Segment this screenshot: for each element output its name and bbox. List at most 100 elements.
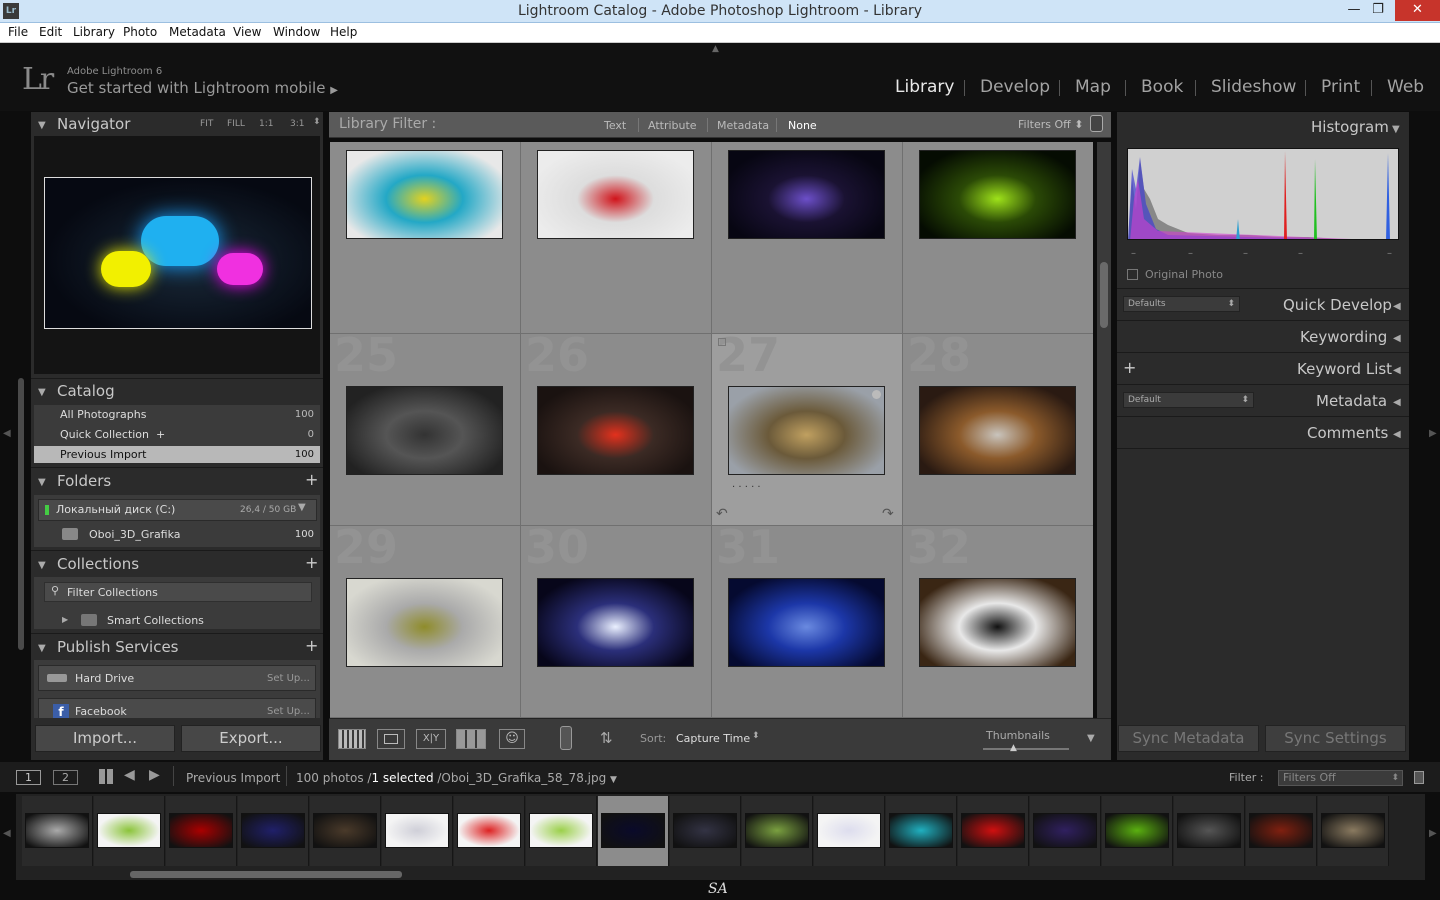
histogram-toggle-icon[interactable]: ▼: [1392, 121, 1400, 135]
module-develop[interactable]: Develop: [980, 77, 1050, 97]
filmstrip-thumbnail[interactable]: [1105, 813, 1169, 848]
grid-cell[interactable]: 32: [903, 520, 1093, 718]
menu-edit[interactable]: Edit: [39, 25, 62, 39]
grid-view-icon[interactable]: [338, 729, 366, 749]
zoom-fill[interactable]: FILL: [227, 119, 245, 129]
photo-thumbnail[interactable]: [537, 386, 694, 475]
people-view-icon[interactable]: ☺: [499, 729, 525, 749]
folders-title[interactable]: Folders: [57, 472, 111, 496]
catalog-toggle-icon[interactable]: ▼: [38, 384, 46, 398]
grid-cell[interactable]: [712, 142, 903, 334]
metadata-toggle-icon[interactable]: ◀: [1393, 394, 1401, 408]
filmstrip-thumbnail[interactable]: [673, 813, 737, 848]
thumbnail-size-slider[interactable]: [983, 748, 1069, 750]
histogram-title[interactable]: Histogram: [1311, 118, 1389, 142]
grid-cell[interactable]: 29: [330, 520, 521, 718]
sort-select[interactable]: Capture Time: [676, 732, 750, 745]
navigator-toggle-icon[interactable]: ▼: [38, 117, 46, 131]
menu-metadata[interactable]: Metadata: [169, 25, 226, 39]
maximize-button[interactable]: ❐: [1362, 0, 1394, 21]
add-collection-icon[interactable]: +: [305, 553, 318, 572]
navigator-preview-image[interactable]: [44, 177, 312, 329]
filmstrip-thumbnail[interactable]: [889, 813, 953, 848]
filmstrip-thumbnail[interactable]: [745, 813, 809, 848]
collapse-top-icon[interactable]: ▲: [712, 44, 719, 54]
sync-metadata-button[interactable]: Sync Metadata: [1118, 725, 1259, 752]
dropdown-arrow-icon[interactable]: ▼: [610, 775, 617, 785]
secondary-display-button[interactable]: 2: [53, 770, 78, 785]
volume-toggle-icon[interactable]: ▼: [298, 502, 306, 513]
photo-thumbnail[interactable]: [919, 150, 1076, 239]
photo-thumbnail[interactable]: [537, 578, 694, 667]
filter-lock-icon[interactable]: [1414, 771, 1424, 784]
sort-direction-icon[interactable]: ⇅: [600, 729, 613, 747]
smart-collections-item[interactable]: Smart Collections: [107, 614, 204, 627]
filmstrip-thumbnail[interactable]: [25, 813, 89, 848]
quick-develop-toggle-icon[interactable]: ◀: [1393, 298, 1401, 312]
grid-cell[interactable]: [330, 142, 521, 334]
photo-thumbnail[interactable]: [346, 578, 503, 667]
catalog-item-quick-collection[interactable]: Quick Collection +: [60, 428, 165, 441]
menu-help[interactable]: Help: [330, 25, 357, 39]
painter-icon[interactable]: [560, 726, 572, 750]
filmstrip-left-icon[interactable]: ◀: [3, 828, 11, 839]
menu-view[interactable]: View: [233, 25, 261, 39]
module-book[interactable]: Book: [1141, 77, 1183, 97]
photo-thumbnail[interactable]: [919, 578, 1076, 667]
filmstrip-thumbnail[interactable]: [529, 813, 593, 848]
comments-toggle-icon[interactable]: ◀: [1393, 426, 1401, 440]
publish-hard-drive[interactable]: Hard Drive Set Up...: [38, 665, 316, 691]
module-library[interactable]: Library: [895, 77, 954, 97]
filmstrip-thumbnail[interactable]: [97, 813, 161, 848]
catalog-item-all-photographs[interactable]: All Photographs: [60, 408, 146, 421]
filter-collections-input[interactable]: ⚲ Filter Collections: [44, 582, 312, 602]
filmstrip-thumbnail[interactable]: [1033, 813, 1097, 848]
original-photo-checkbox[interactable]: [1127, 269, 1138, 280]
photo-thumbnail[interactable]: [728, 150, 885, 239]
collections-title[interactable]: Collections: [57, 555, 139, 579]
photo-thumbnail[interactable]: [346, 386, 503, 475]
grid-cell[interactable]: [903, 142, 1093, 334]
grid-cell[interactable]: 25: [330, 328, 521, 526]
filter-metadata[interactable]: Metadata: [717, 119, 769, 132]
toolbar-menu-icon[interactable]: ▼: [1087, 733, 1095, 744]
metadata-title[interactable]: Metadata: [1316, 392, 1387, 416]
filmstrip-thumbnail[interactable]: [313, 813, 377, 848]
menu-photo[interactable]: Photo: [123, 25, 157, 39]
publish-facebook[interactable]: f Facebook Set Up...: [38, 698, 316, 718]
primary-display-button[interactable]: 1: [16, 770, 41, 785]
filmstrip-thumbnail[interactable]: [385, 813, 449, 848]
photo-thumbnail[interactable]: [728, 578, 885, 667]
filmstrip-thumbnail[interactable]: [169, 813, 233, 848]
sort-stepper-icon[interactable]: ⬍: [752, 731, 760, 741]
forward-arrow-icon[interactable]: ▶: [149, 767, 160, 783]
folders-toggle-icon[interactable]: ▼: [38, 474, 46, 488]
grid-cell[interactable]: 30: [521, 520, 712, 718]
loupe-view-icon[interactable]: [377, 729, 405, 749]
module-web[interactable]: Web: [1387, 77, 1424, 97]
add-keyword-icon[interactable]: +: [1123, 358, 1136, 377]
left-panel-scrollbar[interactable]: [18, 378, 24, 650]
grid-cell[interactable]: 26: [521, 328, 712, 526]
publish-title[interactable]: Publish Services: [57, 638, 179, 662]
filter-preset-select[interactable]: Filters Off ⬍: [1018, 118, 1083, 131]
zoom-3-1[interactable]: 3:1: [290, 119, 304, 129]
photo-thumbnail[interactable]: [919, 386, 1076, 475]
grid-icon[interactable]: [99, 769, 114, 784]
hard-drive-setup-link[interactable]: Set Up...: [267, 673, 310, 684]
folder-item-oboi[interactable]: Oboi_3D_Grafika: [89, 528, 181, 541]
mobile-prompt[interactable]: Get started with Lightroom mobile ▶: [67, 79, 338, 97]
filter-lock-icon[interactable]: [1090, 115, 1103, 132]
quick-develop-title[interactable]: Quick Develop: [1283, 296, 1392, 320]
menu-file[interactable]: File: [8, 25, 28, 39]
filmstrip-thumbnail[interactable]: [817, 813, 881, 848]
keyword-list-title[interactable]: Keyword List: [1297, 360, 1392, 384]
collapse-right-icon[interactable]: ▶: [1429, 428, 1437, 439]
grid-cell[interactable]: 28: [903, 328, 1093, 526]
collapse-left-icon[interactable]: ◀: [3, 428, 11, 439]
menu-window[interactable]: Window: [273, 25, 320, 39]
filter-text[interactable]: Text: [604, 119, 626, 132]
facebook-setup-link[interactable]: Set Up...: [267, 706, 310, 717]
filmstrip-thumbnail[interactable]: [1321, 813, 1385, 848]
photo-thumbnail[interactable]: [537, 150, 694, 239]
